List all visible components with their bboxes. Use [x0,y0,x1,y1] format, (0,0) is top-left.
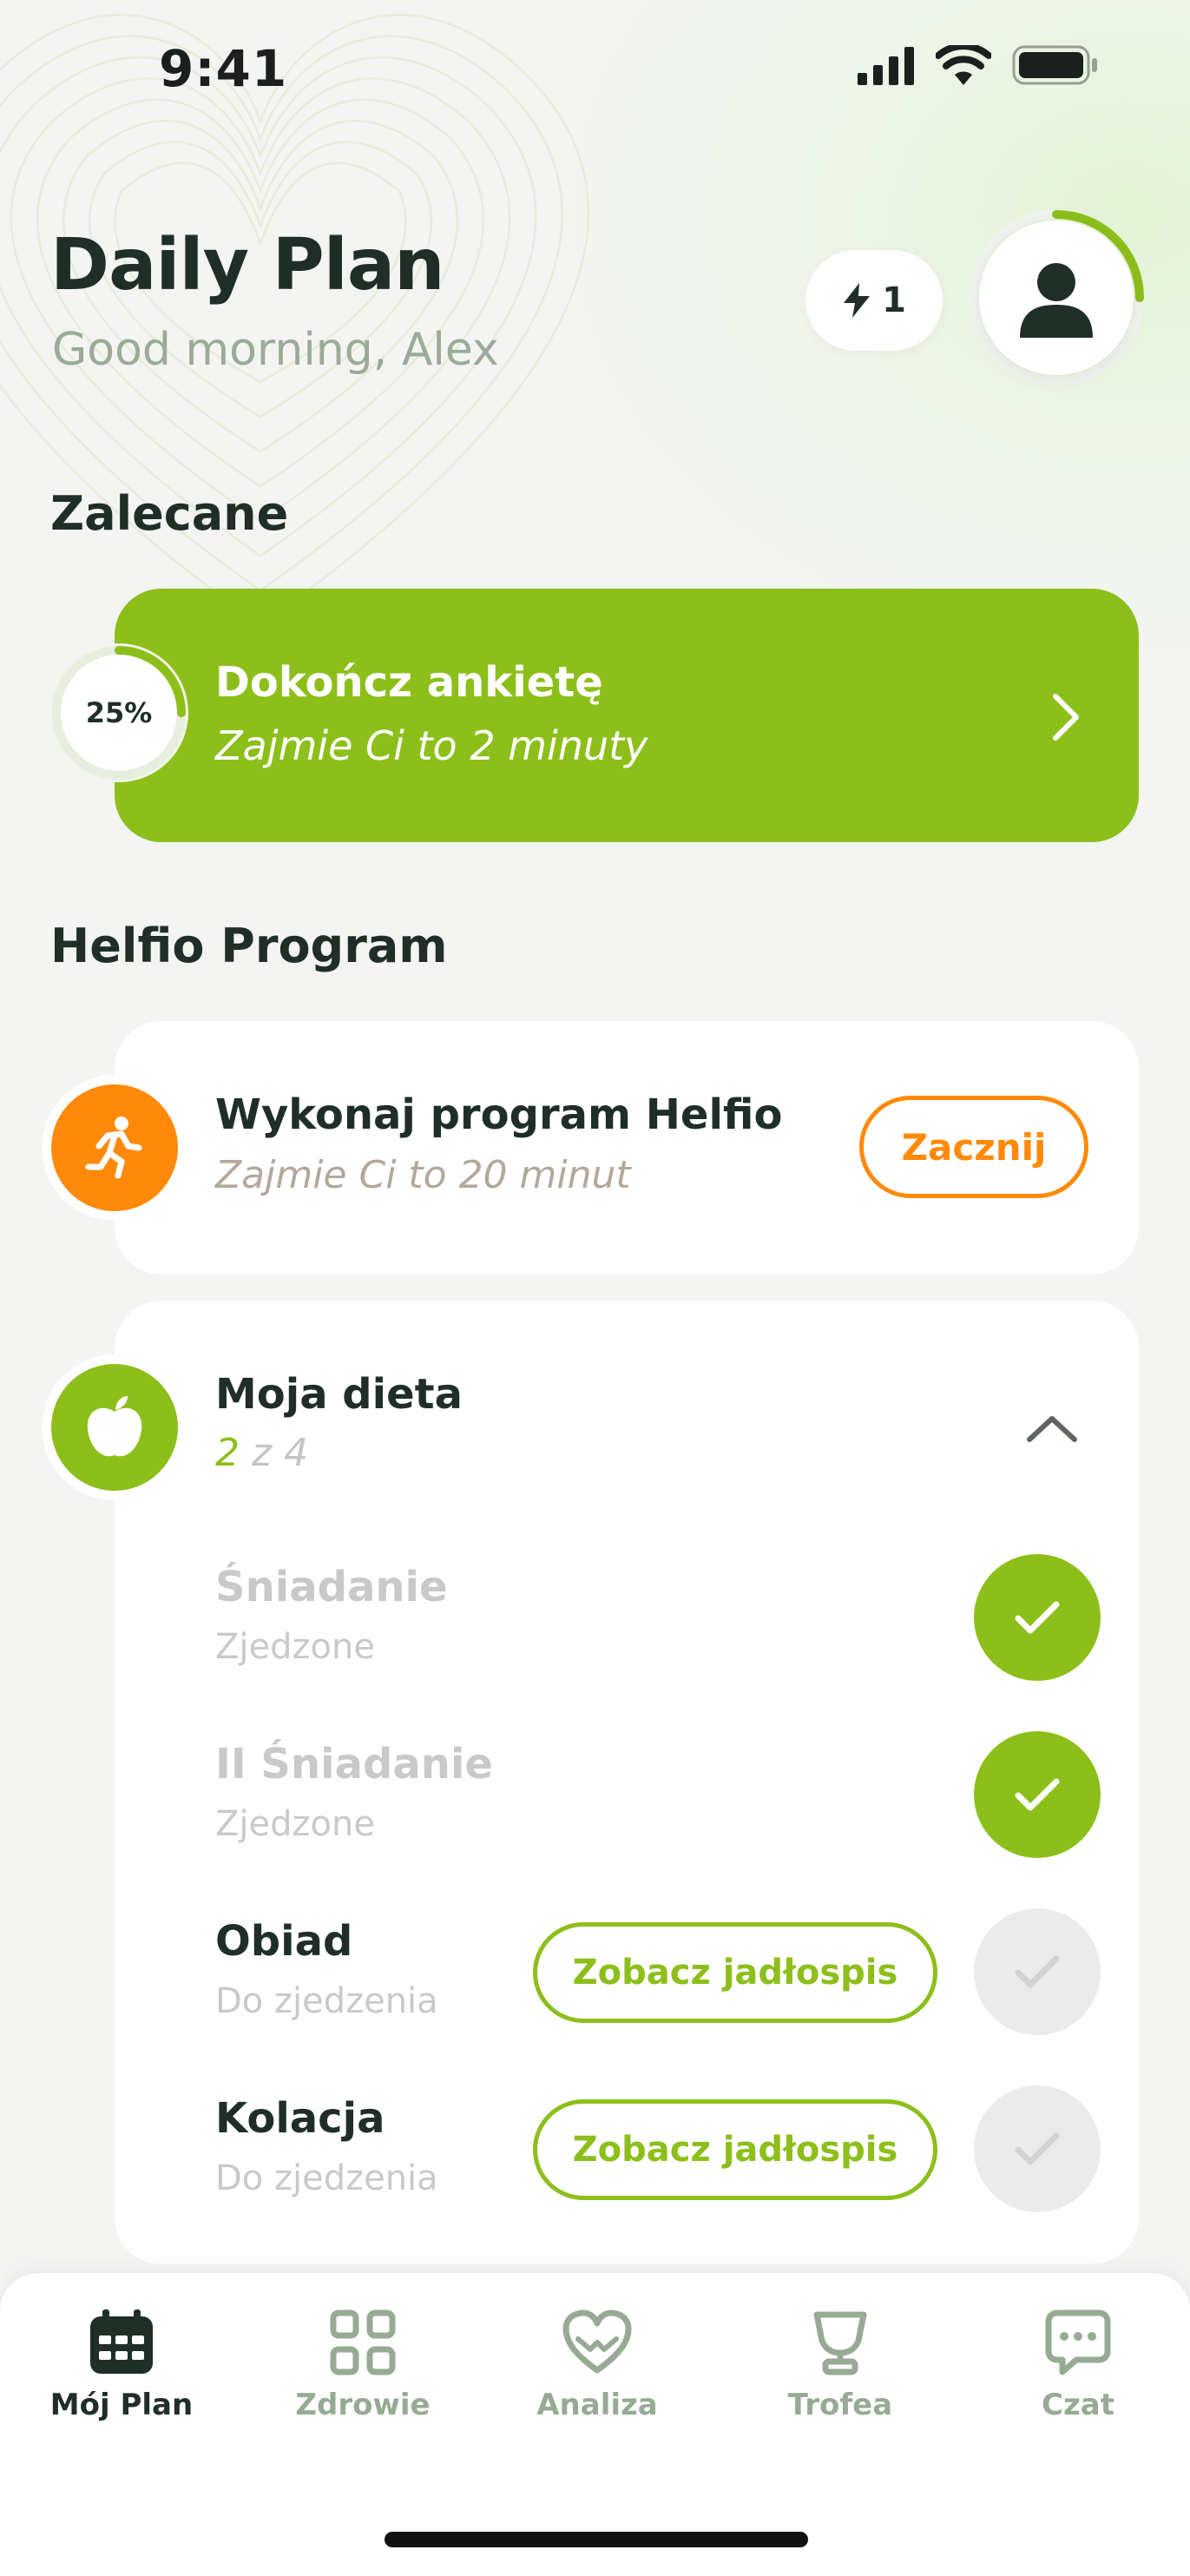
tab-health[interactable]: Zdrowie [267,2309,458,2448]
status-bar: 9:41 [0,0,1190,130]
tab-label: Mój Plan [49,2388,194,2422]
meal-name: Kolacja [215,2094,385,2143]
avatar [979,221,1134,375]
tab-label: Trofea [787,2388,893,2422]
section-title-program: Helfio Program [50,919,448,973]
tab-chat[interactable]: Czat [983,2309,1174,2448]
streak-count: 1 [882,280,906,320]
meal-check-button[interactable] [974,1554,1101,1681]
meal-status: Zjedzone [215,1627,375,1667]
program-title: Wykonaj program Helfio [215,1090,783,1139]
calendar-icon [90,2309,153,2374]
home-indicator[interactable] [385,2532,808,2547]
meal-name: Obiad [215,1917,353,1966]
tab-label: Czat [1042,2388,1114,2422]
meal-check-button[interactable] [974,1731,1101,1858]
streak-badge[interactable]: 1 [805,250,943,351]
greeting-text: Good morning, Alex [52,324,499,376]
grid-icon [330,2309,396,2375]
daily-plan-screen: 9:41 Daily Plan Good morning, Alex 1 Zal… [0,0,1190,2576]
chat-icon [1045,2309,1111,2375]
survey-card[interactable] [115,589,1139,842]
lightning-icon [844,283,871,318]
start-program-button[interactable]: Zacznij [859,1096,1088,1198]
survey-progress-label: 25% [85,696,153,729]
meal-status: Do zjedzenia [215,2158,438,2198]
heart-icon [562,2309,632,2374]
survey-subtitle: Zajmie Ci to 2 minuty [215,722,648,769]
status-time: 9:41 [159,39,288,98]
chevron-right-icon[interactable] [1049,691,1083,743]
meal-name: II Śniadanie [215,1740,493,1789]
page-title: Daily Plan [50,224,445,306]
program-subtitle: Zajmie Ci to 20 minut [215,1153,631,1197]
meal-check-button[interactable] [974,2085,1101,2212]
diet-progress-rest: z 4 [240,1431,309,1475]
check-icon [1015,2132,1060,2165]
survey-title: Dokończ ankietę [215,658,603,707]
program-icon-badge [42,1075,187,1221]
running-icon [85,1117,142,1179]
profile-avatar-button[interactable] [965,207,1147,389]
view-menu-button[interactable]: Zobacz jadłospis [533,2099,937,2200]
cellular-signal-icon [858,47,914,85]
chevron-up-icon[interactable] [1024,1412,1080,1446]
tab-my-plan[interactable]: Mój Plan [26,2309,217,2448]
diet-done-count: 2 [215,1431,240,1475]
tab-label: Analiza [536,2388,658,2422]
section-title-recommended: Zalecane [50,486,289,541]
diet-title: Moja dieta [215,1370,463,1419]
apple-icon [87,1396,142,1457]
view-menu-button[interactable]: Zobacz jadłospis [533,1922,937,2023]
diet-icon-badge [42,1354,187,1500]
meal-name: Śniadanie [215,1563,448,1611]
wifi-icon [936,45,991,85]
trophy-icon [813,2311,867,2375]
meal-check-button[interactable] [974,1908,1101,2035]
meal-status: Do zjedzenia [215,1981,438,2021]
check-icon [1015,1955,1060,1988]
tab-trophies[interactable]: Trofea [745,2309,936,2448]
user-icon [1020,263,1093,338]
meal-status: Zjedzone [215,1804,375,1844]
diet-progress: 2 z 4 [215,1431,308,1475]
check-icon [1015,1778,1060,1811]
tab-analysis[interactable]: Analiza [502,2309,693,2448]
tab-label: Zdrowie [295,2388,431,2422]
check-icon [1015,1601,1060,1634]
battery-icon [1012,45,1097,85]
